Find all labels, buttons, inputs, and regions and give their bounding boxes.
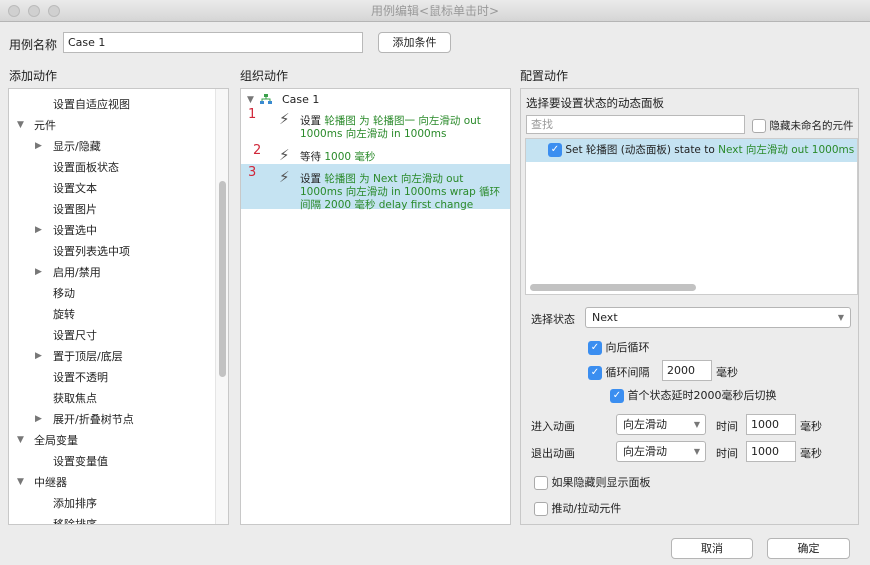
step-number: 1 xyxy=(248,107,257,122)
tree-item[interactable]: 设置自适应视图 xyxy=(53,94,130,115)
tree-item[interactable]: 移动 xyxy=(53,283,75,304)
check-icon[interactable]: ✓ xyxy=(548,143,562,157)
expand-arrow-icon[interactable]: ▶ xyxy=(35,141,42,151)
interval-input[interactable]: 2000 xyxy=(662,360,712,381)
maximize-window-button[interactable] xyxy=(48,5,60,17)
case-name-input[interactable]: Case 1 xyxy=(63,32,363,53)
expand-arrow-icon[interactable]: ▶ xyxy=(35,351,42,361)
lightning-icon: ⚡ xyxy=(279,168,290,186)
select-state-dropdown[interactable]: Next ▼ xyxy=(585,307,851,328)
minimize-window-button[interactable] xyxy=(28,5,40,17)
tree-item[interactable]: 设置文本 xyxy=(53,178,97,199)
enter-time-label: 时间 xyxy=(716,420,738,433)
add-action-header: 添加动作 xyxy=(9,69,58,83)
tree-scrollbar[interactable] xyxy=(215,89,228,524)
item-detail: Next 向左滑动 out 1000ms 向 xyxy=(718,144,858,156)
organize-action-panel: ▼ Case 1 1 ⚡ 设置 轮播图 为 轮播图一 向左滑动 out 1000ms… xyxy=(240,88,511,525)
close-window-button[interactable] xyxy=(8,5,20,17)
tree-item[interactable]: 设置面板状态 xyxy=(53,157,119,178)
action-detail: 轮播图 为 轮播图一 向左滑动 out 1000ms 向左滑动 in 1000m… xyxy=(300,115,481,140)
item-prefix: Set 轮播图 (动态面板) state to xyxy=(565,144,719,156)
hide-unnamed-label: 隐藏未命名的元件 xyxy=(769,120,854,132)
action-item[interactable]: 设置 轮播图 为 Next 向左滑动 out 1000ms 向左滑动 in 10… xyxy=(300,173,505,212)
configure-action-panel: 选择要设置状态的动态面板 查找 隐藏未命名的元件 ✓ Set 轮播图 (动态面板… xyxy=(520,88,859,525)
cancel-button[interactable]: 取消 xyxy=(671,538,753,559)
tree-item[interactable]: 设置图片 xyxy=(53,199,97,220)
tree-item[interactable]: 获取焦点 xyxy=(53,388,97,409)
tree-item[interactable]: 添加排序 xyxy=(53,493,97,514)
action-verb: 等待 xyxy=(300,151,321,163)
scrollbar-thumb[interactable] xyxy=(219,181,226,377)
panel-list-item[interactable]: ✓ Set 轮播图 (动态面板) state to Next 向左滑动 out … xyxy=(526,139,858,162)
expand-arrow-icon[interactable]: ▶ xyxy=(35,225,42,235)
collapse-arrow-icon[interactable]: ▼ xyxy=(247,95,254,105)
add-condition-button[interactable]: 添加条件 xyxy=(378,32,451,53)
tree-item[interactable]: 旋转 xyxy=(53,304,75,325)
hide-unnamed-checkbox[interactable]: 隐藏未命名的元件 xyxy=(752,118,854,133)
interval-label: 循环间隔 xyxy=(605,366,650,379)
push-pull-checkbox[interactable]: 推动/拉动元件 xyxy=(534,500,621,516)
delay-first-checkbox[interactable]: ✓ 首个状态延时2000毫秒后切换 xyxy=(610,387,777,403)
enter-animation-label: 进入动画 xyxy=(531,420,575,433)
exit-time-input[interactable]: 1000 xyxy=(746,441,796,462)
exit-time-label: 时间 xyxy=(716,447,738,460)
action-verb: 设置 xyxy=(300,173,321,185)
tree-item[interactable]: 启用/禁用 xyxy=(53,262,101,283)
title-bar: 用例编辑<鼠标单击时> xyxy=(0,0,870,22)
collapse-arrow-icon[interactable]: ▼ xyxy=(17,120,24,130)
step-number: 3 xyxy=(248,165,257,180)
exit-animation-label: 退出动画 xyxy=(531,447,575,460)
window-title: 用例编辑<鼠标单击时> xyxy=(370,4,500,18)
tree-item[interactable]: 元件 xyxy=(34,115,56,136)
step-number: 2 xyxy=(253,143,262,158)
wrap-checkbox[interactable]: ✓ 向后循环 xyxy=(588,339,650,355)
tree-item[interactable]: 设置选中 xyxy=(53,220,97,241)
tree-item[interactable]: 展开/折叠树节点 xyxy=(53,409,134,430)
select-state-value: Next xyxy=(592,311,618,324)
interval-checkbox[interactable]: ✓ 循环间隔 xyxy=(588,364,650,380)
exit-animation-dropdown[interactable]: 向左滑动 ▼ xyxy=(616,441,706,462)
action-detail: 轮播图 为 Next 向左滑动 out 1000ms 向左滑动 in 1000m… xyxy=(300,173,501,211)
add-action-tree: 设置自适应视图 ▼ 元件 ▶ 显示/隐藏 设置面板状态 设置文本 设置图片 ▶ 设置选中 设置列表选… xyxy=(8,88,229,525)
action-detail: 1000 毫秒 xyxy=(324,151,376,163)
action-item[interactable]: 设置 轮播图 为 轮播图一 向左滑动 out 1000ms 向左滑动 in 10… xyxy=(300,115,505,141)
ok-button[interactable]: 确定 xyxy=(767,538,850,559)
horizontal-scrollbar-thumb[interactable] xyxy=(530,284,696,291)
tree-item[interactable]: 中继器 xyxy=(34,472,67,493)
wrap-label: 向后循环 xyxy=(605,341,650,354)
action-verb: 设置 xyxy=(300,115,321,127)
expand-arrow-icon[interactable]: ▶ xyxy=(35,267,42,277)
enter-time-input[interactable]: 1000 xyxy=(746,414,796,435)
show-if-hidden-checkbox[interactable]: 如果隐藏则显示面板 xyxy=(534,474,651,490)
tree-item[interactable]: 显示/隐藏 xyxy=(53,136,101,157)
action-item[interactable]: 等待 1000 毫秒 xyxy=(300,151,505,164)
expand-arrow-icon[interactable]: ▶ xyxy=(35,414,42,424)
tree-item[interactable]: 移除排序 xyxy=(53,514,97,524)
delay-first-label: 首个状态延时2000毫秒后切换 xyxy=(627,389,777,402)
panel-list: ✓ Set 轮播图 (动态面板) state to Next 向左滑动 out … xyxy=(525,138,858,295)
panel-search-input[interactable]: 查找 xyxy=(526,115,745,134)
tree-item[interactable]: 设置列表选中项 xyxy=(53,241,130,262)
tree-item[interactable]: 置于顶层/底层 xyxy=(53,346,123,367)
collapse-arrow-icon[interactable]: ▼ xyxy=(17,435,24,445)
tree-item[interactable]: 全局变量 xyxy=(34,430,78,451)
select-state-label: 选择状态 xyxy=(531,313,575,326)
case-tree-icon xyxy=(260,94,272,104)
panel-select-title: 选择要设置状态的动态面板 xyxy=(526,96,664,110)
enter-animation-dropdown[interactable]: 向左滑动 ▼ xyxy=(616,414,706,435)
tree-item[interactable]: 设置尺寸 xyxy=(53,325,97,346)
tree-item[interactable]: 设置不透明 xyxy=(53,367,108,388)
configure-action-header: 配置动作 xyxy=(520,69,569,83)
lightning-icon: ⚡ xyxy=(279,110,290,128)
tree-item[interactable]: 设置变量值 xyxy=(53,451,108,472)
case-label: Case 1 xyxy=(282,93,320,106)
collapse-arrow-icon[interactable]: ▼ xyxy=(17,477,24,487)
exit-time-unit: 毫秒 xyxy=(800,447,822,460)
lightning-icon: ⚡ xyxy=(279,146,290,164)
enter-time-unit: 毫秒 xyxy=(800,420,822,433)
organize-action-header: 组织动作 xyxy=(240,69,289,83)
interval-unit: 毫秒 xyxy=(716,366,738,379)
case-name-label: 用例名称 xyxy=(9,38,58,52)
chevron-down-icon: ▼ xyxy=(837,313,844,322)
